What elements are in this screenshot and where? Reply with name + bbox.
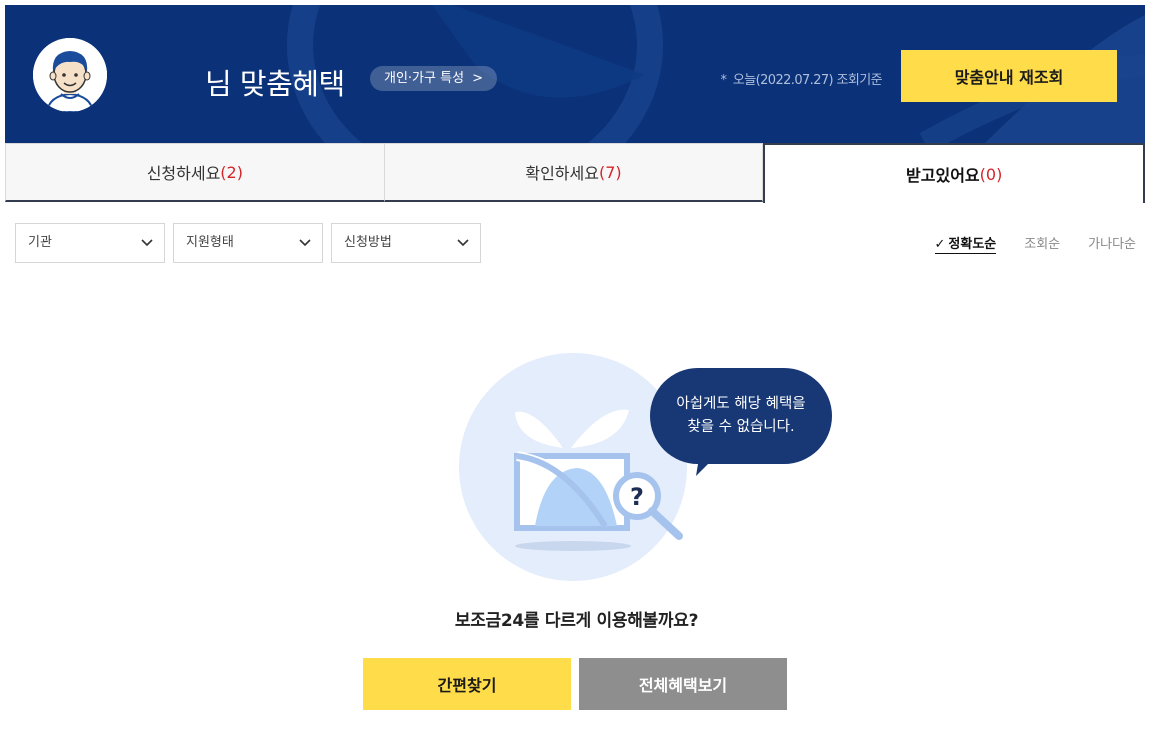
filter-label: 신청방법 [344,235,392,250]
sort-accuracy[interactable]: ✓ 정확도순 [934,233,997,254]
benefit-tabs: 신청하세요 (2) 확인하세요 (7) 받고있어요 (0) [5,143,1146,203]
avatar-icon [33,38,107,112]
chevron-right-icon: > [472,71,484,86]
tab-count: (0) [979,164,1003,184]
chevron-down-icon [141,239,153,247]
filter-label: 지원형태 [186,235,234,250]
page: 님 맞춤혜택 개인·가구 특성 > * 오늘(2022.07.27) 조회기준 … [0,0,1153,729]
question-mark-icon: ? [630,483,644,511]
as-of-text: 오늘(2022.07.27) 조회기준 [732,73,883,88]
filter-apply-method-select[interactable]: 신청방법 [331,223,481,263]
sort-alphabetical[interactable]: 가나다순 [1088,233,1136,254]
trait-link[interactable]: 개인·가구 특성 > [370,66,498,91]
speech-bubble: 아쉽게도 해당 혜택을 찾을 수 없습니다. [650,368,832,464]
tab-apply[interactable]: 신청하세요 (2) [5,143,385,202]
check-icon: ✓ [934,237,946,252]
tab-label: 확인하세요 [525,164,599,183]
page-title: 님 맞춤혜택 [205,67,345,101]
asterisk: * [720,73,727,88]
bubble-line-1: 아쉽게도 해당 혜택을 [676,396,806,412]
user-avatar [33,38,107,112]
tab-check[interactable]: 확인하세요 (7) [384,143,764,202]
filter-label: 기관 [28,235,52,250]
quick-search-button[interactable]: 간편찾기 [363,658,571,710]
chevron-down-icon [299,239,311,247]
chevron-down-icon [457,239,469,247]
trait-link-label: 개인·가구 특성 [384,71,465,86]
tab-receiving[interactable]: 받고있어요 (0) [763,143,1146,203]
filter-agency-select[interactable]: 기관 [15,223,165,263]
as-of-date: * 오늘(2022.07.27) 조회기준 [720,69,882,88]
all-benefits-button[interactable]: 전체혜택보기 [579,658,787,710]
filter-support-type-select[interactable]: 지원형태 [173,223,323,263]
tab-label: 신청하세요 [146,164,221,183]
bubble-line-2: 찾을 수 없습니다. [687,419,795,435]
tab-label: 받고있어요 [906,166,980,185]
sort-views[interactable]: 조회순 [1024,233,1060,254]
sort-label: 정확도순 [948,237,997,252]
sort-options: ✓ 정확도순 조회순 가나다순 [934,233,1136,254]
tab-count: (7) [598,162,622,182]
header-banner: 님 맞춤혜택 개인·가구 특성 > * 오늘(2022.07.27) 조회기준 … [5,5,1145,143]
requery-button[interactable]: 맞춤안내 재조회 [901,50,1117,102]
tab-count: (2) [220,162,243,182]
empty-state-prompt: 보조금24를 다르게 이용해볼까요? [454,611,699,631]
